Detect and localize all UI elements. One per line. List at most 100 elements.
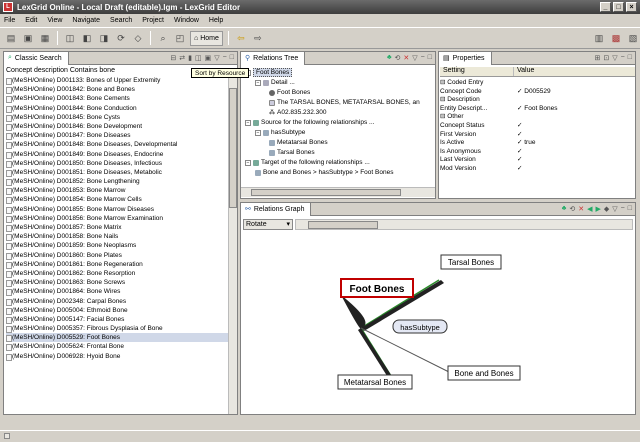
tree-subtype[interactable]: Tarsal Bones — [269, 149, 315, 156]
search-result-item[interactable]: (MeSH/Online) D002348: Carpal Bones — [6, 297, 228, 306]
maximize-button[interactable]: □ — [613, 2, 624, 12]
mode-select[interactable]: Rotate ▾ — [243, 219, 293, 230]
search-result-item[interactable]: (MeSH/Online) D001857: Bone Matrix — [6, 223, 228, 233]
maximize-view-icon[interactable]: □ — [628, 205, 632, 213]
stop-icon[interactable]: ▮ — [188, 54, 192, 62]
minimize-view-icon[interactable]: − — [223, 54, 227, 62]
tree-root[interactable]: −Foot Bones — [245, 68, 293, 77]
export-icon[interactable]: ◧ — [80, 31, 94, 45]
lexgrid-perspective-icon[interactable]: ▩ — [609, 31, 623, 45]
tree-detail[interactable]: − Detail ... — [255, 79, 295, 86]
import-icon[interactable]: ◨ — [97, 31, 111, 45]
link-icon[interactable]: ⇄ — [179, 54, 185, 62]
property-row[interactable]: Concept Code ✓ D005529 — [440, 88, 635, 97]
tree-hscroll[interactable] — [241, 187, 435, 197]
value-column[interactable]: Value — [514, 67, 635, 76]
search-result-item[interactable]: (MeSH/Online) D001850: Bone Diseases, In… — [6, 159, 228, 168]
tree-target-path[interactable]: Bone and Bones > hasSubtype > Foot Bones — [255, 169, 393, 176]
menu-navigate[interactable]: Navigate — [72, 17, 100, 24]
search-result-item[interactable]: (MeSH/Online) D001863: Bone Screws — [6, 278, 228, 288]
view-menu-icon[interactable]: ▽ — [214, 54, 219, 62]
search-result-item[interactable]: (MeSH/Online) D001855: Bone Marrow Disea… — [6, 205, 228, 214]
search-result-item[interactable]: (MeSH/Online) D001854: Bone Marrow Cells — [6, 195, 228, 205]
view-menu-icon[interactable]: ▽ — [612, 54, 617, 62]
menu-help[interactable]: Help — [209, 17, 223, 24]
search-result-item[interactable]: (MeSH/Online) D001851: Bone Diseases, Me… — [6, 168, 228, 178]
menu-project[interactable]: Project — [142, 17, 164, 24]
collapse-icon[interactable]: ⊟ — [170, 54, 176, 62]
forward-icon[interactable]: ⇨ — [251, 31, 265, 45]
tree-detail-item[interactable]: ⁂ A02.835.232.300 — [269, 109, 327, 116]
property-row[interactable]: Last Version ✓ — [440, 156, 635, 165]
refresh-icon[interactable]: ⟳ — [114, 31, 128, 45]
property-row[interactable]: Is Active ✓ true — [440, 139, 635, 148]
categories-icon[interactable]: ⊞ — [595, 54, 601, 62]
print-icon[interactable]: ▦ — [38, 31, 52, 45]
search-result-item[interactable]: (MeSH/Online) D001849: Bone Diseases, En… — [6, 150, 228, 159]
new-icon[interactable]: ▤ — [4, 31, 18, 45]
search-result-item[interactable]: (MeSH/Online) D001846: Bone Development — [6, 122, 228, 132]
tab-relations-graph[interactable]: ⚯ Relations Graph — [241, 202, 312, 216]
expand-icon[interactable]: ◆ — [604, 205, 609, 213]
minimize-view-icon[interactable]: − — [621, 54, 625, 62]
property-row[interactable]: ⊟ Coded Entry — [440, 79, 635, 88]
maximize-view-icon[interactable]: □ — [628, 54, 632, 62]
filter-results-icon[interactable]: ◫ — [195, 54, 202, 62]
search-result-item[interactable]: (MeSH/Online) D005357: Fibrous Dysplasia… — [6, 324, 228, 334]
search-result-item[interactable]: (MeSH/Online) D001864: Bone Wires — [6, 287, 228, 297]
property-row[interactable]: Mod Version ✓ — [440, 165, 635, 174]
view-menu-icon[interactable]: ▽ — [412, 54, 417, 62]
tree-detail-item[interactable]: Foot Bones — [269, 89, 310, 96]
perspective-icon[interactable]: ▥ — [592, 31, 606, 45]
search-result-item[interactable]: (MeSH/Online) D001859: Bone Neoplasms — [6, 241, 228, 251]
tree-detail-item[interactable]: The TARSAL BONES, METATARSAL BONES, an — [269, 99, 420, 106]
maximize-view-icon[interactable]: □ — [230, 54, 234, 62]
search-result-item[interactable]: (MeSH/Online) D001848: Bone Diseases, De… — [6, 140, 228, 150]
graph-canvas[interactable]: Foot Bones Tarsal Bones Metatarsal Bones… — [241, 233, 635, 413]
search-result-item[interactable]: (MeSH/Online) D001852: Bone Lengthening — [6, 177, 228, 187]
open-icon[interactable]: ◫ — [63, 31, 77, 45]
menu-file[interactable]: File — [4, 17, 15, 24]
search-result-item[interactable]: (MeSH/Online) D001842: Bone and Bones — [6, 85, 228, 95]
property-row[interactable]: ⊟ Description — [440, 96, 635, 105]
search-result-item[interactable]: (MeSH/Online) D001844: Bone Conduction — [6, 104, 228, 113]
advanced-icon[interactable]: ⊡ — [603, 54, 609, 62]
search-result-item[interactable]: (MeSH/Online) D001861: Bone Regeneration — [6, 260, 228, 269]
search-result-item[interactable]: (MeSH/Online) D001858: Bone Nails — [6, 232, 228, 242]
back-arrow-icon[interactable]: ◀ — [587, 205, 592, 213]
tag-icon[interactable]: ◇ — [131, 31, 145, 45]
tab-relations-tree[interactable]: ⚲ Relations Tree — [241, 51, 306, 65]
minimize-view-icon[interactable]: − — [621, 205, 625, 213]
remove-icon[interactable]: ✕ — [578, 205, 584, 213]
search-result-item[interactable]: (MeSH/Online) D005624: Frontal Bone — [6, 342, 228, 352]
menu-view[interactable]: View — [47, 17, 62, 24]
run-icon[interactable]: ♣ — [387, 54, 392, 62]
sync-icon[interactable]: ⟲ — [569, 205, 575, 213]
search-result-item[interactable]: (MeSH/Online) D001862: Bone Resorption — [6, 269, 228, 279]
property-row[interactable]: Entity Descript... ✓ Foot Bones — [440, 105, 635, 114]
search-result-item[interactable]: (MeSH/Online) D006928: Hyoid Bone — [6, 352, 228, 361]
minimize-button[interactable]: _ — [600, 2, 611, 12]
maximize-view-icon[interactable]: □ — [428, 54, 432, 62]
menu-window[interactable]: Window — [174, 17, 199, 24]
search-result-item[interactable]: (MeSH/Online) D001856: Bone Marrow Exami… — [6, 214, 228, 223]
close-button[interactable]: × — [626, 2, 637, 12]
search-result-item[interactable]: (MeSH/Online) D005004: Ethmoid Bone — [6, 306, 228, 315]
graph-hscroll[interactable] — [295, 219, 633, 230]
search-result-item[interactable]: (MeSH/Online) D001853: Bone Marrow — [6, 186, 228, 196]
search-result-item[interactable]: (MeSH/Online) D005529: Foot Bones — [6, 333, 228, 343]
search-result-item[interactable]: (MeSH/Online) D001860: Bone Plates — [6, 251, 228, 260]
property-row[interactable]: Concept Status ✓ — [440, 122, 635, 131]
tree-target[interactable]: − Target of the following relationships .… — [245, 159, 370, 166]
graph-perspective-icon[interactable]: ▧ — [626, 31, 640, 45]
filter-icon[interactable]: ◰ — [173, 31, 187, 45]
search-results-scrollbar[interactable] — [228, 76, 237, 414]
home-button[interactable]: ⌂ Home — [190, 30, 223, 46]
minimize-view-icon[interactable]: − — [421, 54, 425, 62]
property-row[interactable]: Is Anonymous ✓ — [440, 148, 635, 157]
sort-icon[interactable]: ▣ — [205, 54, 212, 62]
property-row[interactable]: ⊟ Other — [440, 113, 635, 122]
search-tool-icon[interactable]: ⌕ — [156, 31, 170, 45]
sync-icon[interactable]: ⟲ — [395, 54, 401, 62]
search-result-item[interactable]: (MeSH/Online) D005147: Facial Bones — [6, 315, 228, 325]
